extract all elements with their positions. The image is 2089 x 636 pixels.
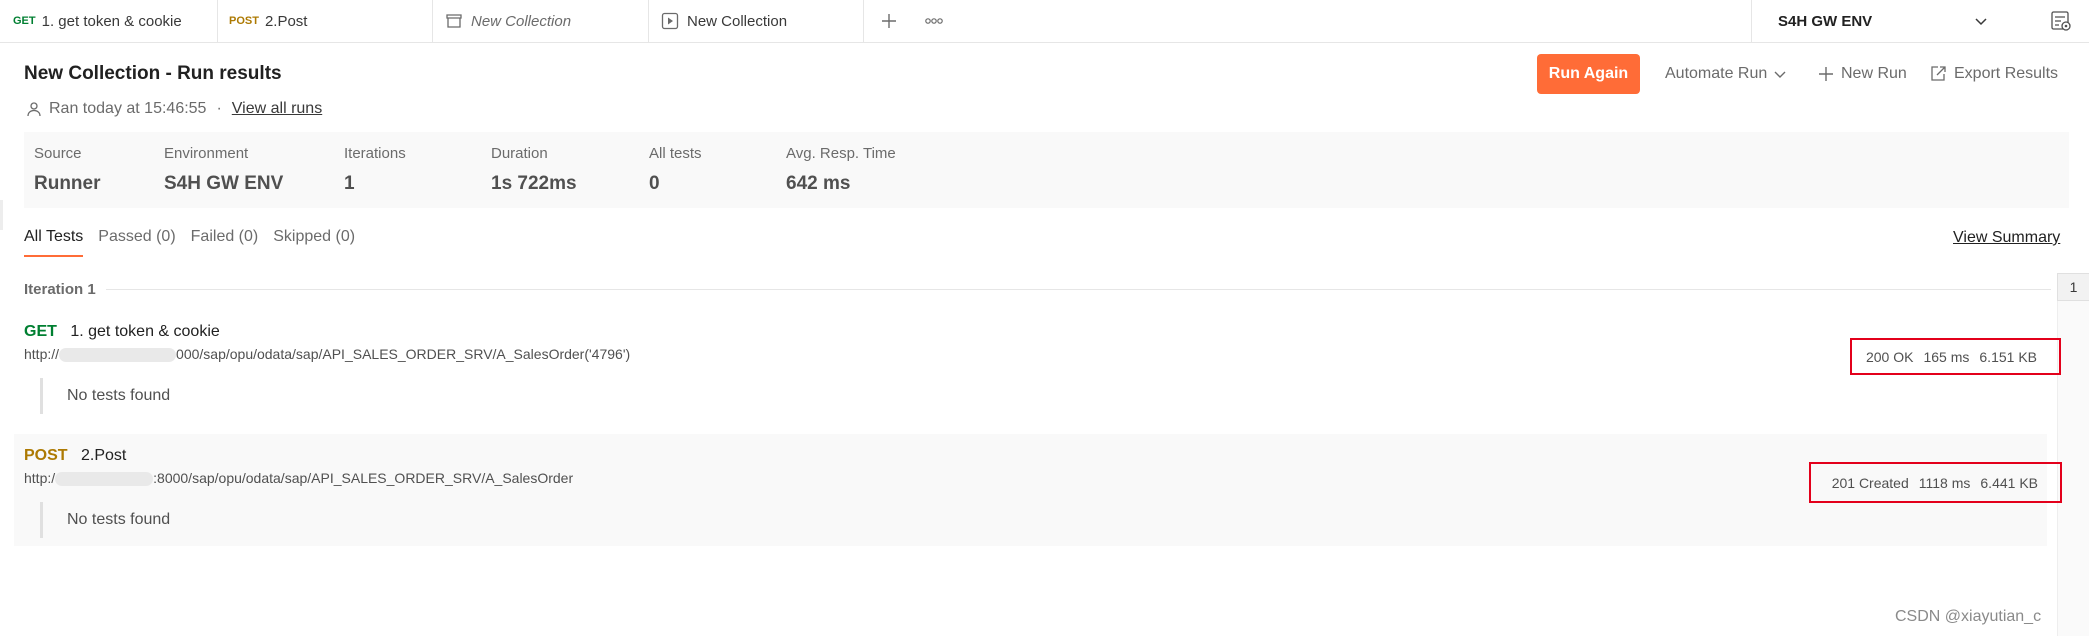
automate-run-label: Automate Run — [1665, 65, 1768, 82]
request-name: 1. get token & cookie — [70, 323, 220, 340]
summary-environment: Environment S4H GW ENV — [164, 145, 283, 195]
more-icon — [925, 18, 943, 24]
ran-timestamp: Ran today at 15:46:55 — [49, 100, 207, 117]
summary-iterations: Iterations 1 — [344, 145, 406, 195]
request-name-line: POST 2.Post — [24, 447, 126, 465]
tab-skipped[interactable]: Skipped (0) — [273, 228, 355, 257]
environment-quick-look-button[interactable] — [2046, 6, 2076, 36]
response-status: 201 Created — [1831, 474, 1909, 491]
tab-new-collection-preview[interactable]: New Collection — [433, 0, 649, 42]
summary-value: Runner — [34, 173, 101, 194]
tab-label: 1. get token & cookie — [41, 12, 182, 30]
tab-get-token[interactable]: GET 1. get token & cookie — [0, 0, 218, 42]
tab-label: New Collection — [471, 12, 572, 30]
url-prefix: http:// — [24, 346, 60, 362]
url-prefix: http:/ — [24, 470, 56, 486]
watermark: CSDN @xiayutian_c — [1895, 608, 2042, 625]
summary-value: 1s 722ms — [491, 173, 577, 194]
request-method-post: POST — [24, 447, 68, 464]
response-status: 200 OK — [1865, 348, 1914, 365]
more-tabs-button[interactable] — [920, 0, 948, 42]
summary-label: Duration — [491, 145, 548, 162]
no-tests-message: No tests found — [40, 378, 170, 414]
summary-label: Environment — [164, 145, 249, 162]
request-name: 2.Post — [81, 447, 127, 464]
export-icon — [1931, 66, 1946, 81]
request-url: http:/ :8000/sap/opu/odata/sap/API_SALES_… — [24, 470, 574, 487]
iteration-label: Iteration 1 — [24, 281, 96, 298]
response-size: 6.441 KB — [1980, 474, 2038, 491]
url-suffix: 000/sap/opu/odata/sap/API_SALES_ORDER_SR… — [176, 346, 631, 362]
summary-value: 0 — [649, 173, 660, 194]
run-again-button[interactable]: Run Again — [1537, 54, 1640, 94]
separator: · — [216, 100, 222, 117]
summary-avg-resp-time: Avg. Resp. Time 642 ms — [786, 145, 896, 195]
summary-value: 1 — [344, 173, 355, 194]
left-edge-handle — [0, 200, 3, 230]
summary-value: S4H GW ENV — [164, 173, 284, 194]
tab-new-collection-runner[interactable]: New Collection — [649, 0, 864, 42]
iteration-divider — [106, 289, 2051, 290]
tab-method-post: POST — [229, 15, 259, 27]
summary-label: Source — [34, 145, 82, 162]
no-tests-text: No tests found — [67, 387, 171, 404]
summary-label: All tests — [649, 145, 702, 162]
response-time: 165 ms — [1923, 348, 1970, 365]
view-summary-link[interactable]: View Summary — [1953, 229, 2060, 247]
summary-label: Avg. Resp. Time — [786, 145, 896, 162]
plus-icon — [882, 14, 896, 28]
summary-value: 642 ms — [786, 173, 851, 194]
summary-duration: Duration 1s 722ms — [491, 145, 577, 195]
response-stats-highlight: 200 OK 165 ms 6.151 KB — [1850, 338, 2061, 375]
url-suffix: :8000/sap/opu/odata/sap/API_SALES_ORDER_… — [153, 470, 574, 486]
request-result[interactable]: POST 2.Post http:/ :8000/sap/opu/odata/sa… — [14, 434, 2062, 546]
run-info: Ran today at 15:46:55 · View all runs — [26, 100, 322, 118]
export-results-label: Export Results — [1954, 65, 2059, 82]
new-run-label: New Run — [1841, 65, 1907, 82]
response-stats-highlight: 201 Created 1118 ms 6.441 KB — [1809, 462, 2062, 503]
summary-source: Source Runner — [34, 145, 101, 195]
tab-label: New Collection — [687, 12, 788, 30]
tab-label: 2.Post — [264, 12, 308, 30]
tab-bar: GET 1. get token & cookie POST 2.Post Ne… — [0, 0, 2089, 43]
no-tests-text: No tests found — [67, 511, 171, 528]
page-title: New Collection - Run results — [24, 63, 282, 84]
chevron-down-icon — [1774, 71, 1786, 78]
redacted-host — [55, 472, 154, 487]
environment-eye-icon — [2051, 11, 2071, 31]
request-name-line: GET 1. get token & cookie — [24, 323, 220, 341]
tab-failed[interactable]: Failed (0) — [191, 228, 259, 257]
user-icon — [27, 102, 41, 117]
tab-post[interactable]: POST 2.Post — [218, 0, 433, 42]
collection-icon — [445, 12, 463, 30]
request-result[interactable]: GET 1. get token & cookie http:// 000/sap… — [14, 312, 2061, 424]
view-all-runs-link[interactable]: View all runs — [232, 100, 322, 118]
redacted-host — [59, 348, 177, 363]
tab-passed[interactable]: Passed (0) — [98, 228, 175, 257]
response-size: 6.151 KB — [1979, 348, 2037, 365]
summary-all-tests: All tests 0 — [649, 145, 702, 195]
new-tab-button[interactable] — [874, 0, 904, 42]
automate-run-button[interactable]: Automate Run — [1665, 54, 1787, 94]
runner-icon — [661, 12, 679, 30]
response-time: 1118 ms — [1918, 474, 1971, 491]
tab-all-tests[interactable]: All Tests — [24, 228, 84, 257]
request-method-get: GET — [24, 323, 57, 340]
run-summary: Source Runner Environment S4H GW ENV Ite… — [24, 132, 2069, 208]
environment-selected: S4H GW ENV — [1778, 12, 1873, 30]
iteration-navigator-item[interactable]: 1 — [2057, 273, 2089, 301]
new-run-button[interactable]: New Run — [1818, 54, 1907, 94]
chevron-down-icon — [1973, 13, 1989, 33]
test-filter-tabs: All Tests Passed (0) Failed (0) Skipped … — [24, 228, 370, 257]
summary-label: Iterations — [344, 145, 406, 162]
request-url: http:// 000/sap/opu/odata/sap/API_SALES_O… — [24, 346, 631, 363]
tab-method-get: GET — [13, 15, 36, 27]
no-tests-message: No tests found — [40, 502, 170, 538]
export-results-button[interactable]: Export Results — [1929, 54, 2058, 94]
environment-selector[interactable]: S4H GW ENV — [1751, 0, 2051, 42]
plus-icon — [1819, 67, 1833, 81]
